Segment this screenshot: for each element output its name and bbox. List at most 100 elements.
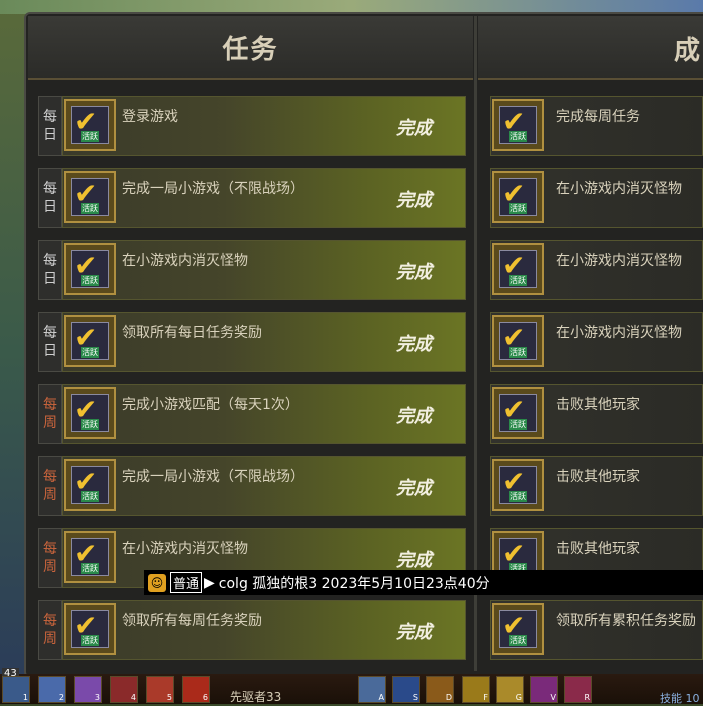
achievement-text: 完成每周任务 bbox=[556, 109, 640, 125]
skill-slot[interactable]: A bbox=[358, 676, 386, 703]
achievement-row[interactable]: ✔ 活跃 领取所有累积任务奖励 bbox=[490, 600, 703, 660]
active-label: 活跃 bbox=[81, 635, 99, 646]
achievement-text: 击败其他玩家 bbox=[556, 541, 640, 557]
achievement-reward-icon[interactable]: ✔ 活跃 bbox=[492, 99, 544, 151]
active-label: 活跃 bbox=[509, 275, 527, 286]
hotkey-label: G bbox=[515, 693, 522, 702]
period-tag: 每周 bbox=[38, 456, 62, 516]
mission-row[interactable]: 每日 ✔ 活跃 完成一局小游戏（不限战场） 完成 bbox=[38, 168, 466, 228]
mission-text: 在小游戏内消灭怪物 bbox=[122, 253, 248, 269]
achievement-reward-icon[interactable]: ✔ 活跃 bbox=[492, 603, 544, 655]
skill-hotbar bbox=[0, 674, 703, 704]
achievement-text: 领取所有累积任务奖励 bbox=[556, 613, 696, 629]
achievement-reward-icon[interactable]: ✔ 活跃 bbox=[492, 315, 544, 367]
hotkey-label: R bbox=[584, 693, 590, 702]
chat-arrow-icon: ▶ bbox=[204, 574, 215, 591]
mission-status: 完成 bbox=[396, 118, 432, 139]
mission-status: 完成 bbox=[396, 478, 432, 499]
tab-achievements[interactable]: 成 bbox=[478, 16, 703, 80]
mission-status: 完成 bbox=[396, 406, 432, 427]
mission-reward-icon[interactable]: ✔ 活跃 bbox=[64, 171, 116, 223]
achievement-reward-icon[interactable]: ✔ 活跃 bbox=[492, 243, 544, 295]
achievement-row[interactable]: ✔ 活跃 在小游戏内消灭怪物 bbox=[490, 240, 703, 300]
achievement-row[interactable]: ✔ 活跃 击败其他玩家 bbox=[490, 456, 703, 516]
achievement-text: 在小游戏内消灭怪物 bbox=[556, 253, 682, 269]
mission-text: 领取所有每日任务奖励 bbox=[122, 325, 262, 341]
mission-row[interactable]: 每周 ✔ 活跃 完成小游戏匹配（每天1次） 完成 bbox=[38, 384, 466, 444]
skill-slot[interactable]: G bbox=[496, 676, 524, 703]
smiley-icon[interactable]: ☺ bbox=[148, 573, 166, 592]
achievement-reward-icon[interactable]: ✔ 活跃 bbox=[492, 387, 544, 439]
skill-slot[interactable]: 2 bbox=[38, 676, 66, 703]
character-name: 先驱者33 bbox=[230, 690, 282, 704]
mission-reward-icon[interactable]: ✔ 活跃 bbox=[64, 459, 116, 511]
hotkey-label: A bbox=[378, 693, 384, 702]
skill-slot[interactable]: 3 bbox=[74, 676, 102, 703]
skill-slot[interactable]: 4 bbox=[110, 676, 138, 703]
hotkey-label: V bbox=[550, 693, 556, 702]
active-label: 活跃 bbox=[509, 131, 527, 142]
active-label: 活跃 bbox=[509, 419, 527, 430]
achievement-row[interactable]: ✔ 活跃 完成每周任务 bbox=[490, 96, 703, 156]
active-label: 活跃 bbox=[509, 347, 527, 358]
tab-missions[interactable]: 任务 bbox=[28, 16, 473, 80]
active-label: 活跃 bbox=[81, 563, 99, 574]
hotkey-label: 1 bbox=[22, 693, 28, 702]
skill-label: 技能 bbox=[660, 692, 682, 705]
active-label: 活跃 bbox=[81, 275, 99, 286]
mission-text: 登录游戏 bbox=[122, 109, 178, 125]
mission-row[interactable]: 每日 ✔ 活跃 登录游戏完成 bbox=[38, 96, 466, 156]
achievement-row[interactable]: ✔ 活跃 击败其他玩家 bbox=[490, 384, 703, 444]
skill-slot[interactable]: D bbox=[426, 676, 454, 703]
mission-status: 完成 bbox=[396, 334, 432, 355]
skill-slot[interactable]: F bbox=[462, 676, 490, 703]
mission-status: 完成 bbox=[396, 622, 432, 643]
hotkey-label: 5 bbox=[166, 693, 172, 702]
mission-reward-icon[interactable]: ✔ 活跃 bbox=[64, 603, 116, 655]
period-tag: 每日 bbox=[38, 240, 62, 300]
achievement-reward-icon[interactable]: ✔ 活跃 bbox=[492, 459, 544, 511]
tab-missions-label: 任务 bbox=[222, 34, 279, 65]
achievement-text: 击败其他玩家 bbox=[556, 397, 640, 413]
period-tag: 每日 bbox=[38, 312, 62, 372]
active-label: 活跃 bbox=[81, 419, 99, 430]
hotkey-label: 6 bbox=[202, 693, 208, 702]
achievement-row[interactable]: ✔ 活跃 在小游戏内消灭怪物 bbox=[490, 312, 703, 372]
hotkey-label: D bbox=[445, 693, 452, 702]
mission-row[interactable]: 每日 ✔ 活跃 在小游戏内消灭怪物完成 bbox=[38, 240, 466, 300]
active-label: 活跃 bbox=[509, 635, 527, 646]
skill-slot[interactable]: 5 bbox=[146, 676, 174, 703]
mission-text: 领取所有每周任务奖励 bbox=[122, 613, 262, 629]
skill-slot[interactable]: V bbox=[530, 676, 558, 703]
mission-reward-icon[interactable]: ✔ 活跃 bbox=[64, 243, 116, 295]
period-tag: 每周 bbox=[38, 600, 62, 660]
skill-slot[interactable]: R bbox=[564, 676, 592, 703]
hotkey-label: 2 bbox=[58, 693, 64, 702]
skill-value: 10 bbox=[685, 692, 700, 705]
achievement-reward-icon[interactable]: ✔ 活跃 bbox=[492, 171, 544, 223]
achievement-text: 在小游戏内消灭怪物 bbox=[556, 181, 682, 197]
mission-text: 在小游戏内消灭怪物 bbox=[122, 541, 248, 557]
mission-reward-icon[interactable]: ✔ 活跃 bbox=[64, 315, 116, 367]
achievement-row[interactable]: ✔ 活跃 在小游戏内消灭怪物 bbox=[490, 168, 703, 228]
hotkey-label: 4 bbox=[130, 693, 136, 702]
hotkey-label: F bbox=[483, 693, 488, 702]
mission-row[interactable]: 每周 ✔ 活跃 领取所有每周任务奖励完成 bbox=[38, 600, 466, 660]
tab-achievements-label: 成 bbox=[674, 36, 703, 66]
active-label: 活跃 bbox=[509, 491, 527, 502]
period-tag: 每日 bbox=[38, 96, 62, 156]
mission-reward-icon[interactable]: ✔ 活跃 bbox=[64, 531, 116, 583]
active-label: 活跃 bbox=[81, 347, 99, 358]
active-label: 活跃 bbox=[81, 131, 99, 142]
mission-status: 完成 bbox=[396, 550, 432, 571]
mission-row[interactable]: 每周 ✔ 活跃 完成一局小游戏（不限战场） 完成 bbox=[38, 456, 466, 516]
mission-reward-icon[interactable]: ✔ 活跃 bbox=[64, 99, 116, 151]
hotkey-label: S bbox=[412, 693, 418, 702]
mission-row[interactable]: 每日 ✔ 活跃 领取所有每日任务奖励完成 bbox=[38, 312, 466, 372]
skill-slot[interactable]: 6 bbox=[182, 676, 210, 703]
skill-slot[interactable]: 1 bbox=[2, 676, 30, 703]
mission-reward-icon[interactable]: ✔ 活跃 bbox=[64, 387, 116, 439]
mission-status: 完成 bbox=[396, 262, 432, 283]
mission-status: 完成 bbox=[396, 190, 432, 211]
skill-slot[interactable]: S bbox=[392, 676, 420, 703]
